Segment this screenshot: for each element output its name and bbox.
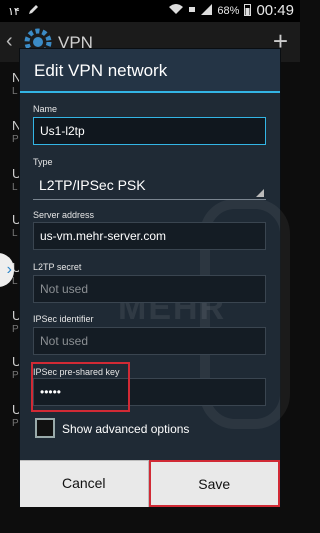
- bottom-bar: [0, 507, 300, 533]
- battery-percent: 68%: [217, 4, 240, 17]
- back-icon[interactable]: ‹: [6, 30, 13, 53]
- list-item-sub: P: [12, 134, 19, 145]
- advanced-options-label[interactable]: Show advanced options: [62, 422, 189, 436]
- status-bar: ۱۴ 68% 00:49: [0, 0, 300, 22]
- type-label: Type: [33, 157, 53, 167]
- name-input[interactable]: Us1-l2tp: [33, 117, 266, 145]
- ipsec-identifier-input[interactable]: Not used: [33, 327, 266, 355]
- list-item-sub: L: [12, 86, 18, 97]
- list-item-sub: L: [12, 276, 18, 287]
- list-item-sub: P: [12, 324, 19, 335]
- type-select-value: L2TP/IPSec PSK: [39, 177, 146, 193]
- dropdown-corner-icon: [256, 189, 264, 197]
- list-item-sub: P: [12, 418, 19, 429]
- edit-vpn-dialog: Edit VPN network MEHR Name Us1-l2tp Type…: [20, 49, 290, 507]
- wifi-icon: [169, 3, 184, 18]
- status-number: ۱۴: [8, 5, 20, 18]
- mute-icon: [188, 4, 196, 18]
- type-select[interactable]: L2TP/IPSec PSK: [33, 170, 266, 200]
- list-item-sub: P: [12, 370, 19, 381]
- clock: 00:49: [256, 2, 294, 19]
- psk-highlight-box: [31, 362, 130, 412]
- dialog-button-bar: Cancel Save: [20, 460, 280, 507]
- server-address-label: Server address: [33, 210, 95, 220]
- list-item-sub: L: [12, 182, 18, 193]
- server-address-input[interactable]: us-vm.mehr-server.com: [33, 222, 266, 250]
- signal-icon: [201, 3, 213, 18]
- advanced-options-checkbox[interactable]: [35, 418, 55, 438]
- side-handle-chevron-icon[interactable]: ›: [0, 253, 14, 287]
- battery-icon: [244, 3, 252, 19]
- l2tp-secret-input[interactable]: Not used: [33, 275, 266, 303]
- cancel-button[interactable]: Cancel: [20, 460, 149, 507]
- save-button[interactable]: Save: [148, 460, 280, 507]
- l2tp-secret-label: L2TP secret: [33, 262, 82, 272]
- name-label: Name: [33, 104, 58, 114]
- dialog-title: Edit VPN network: [20, 49, 280, 93]
- ipsec-identifier-label: IPSec identifier: [33, 314, 94, 324]
- list-item-sub: L: [12, 228, 18, 239]
- pencil-icon: [28, 4, 39, 18]
